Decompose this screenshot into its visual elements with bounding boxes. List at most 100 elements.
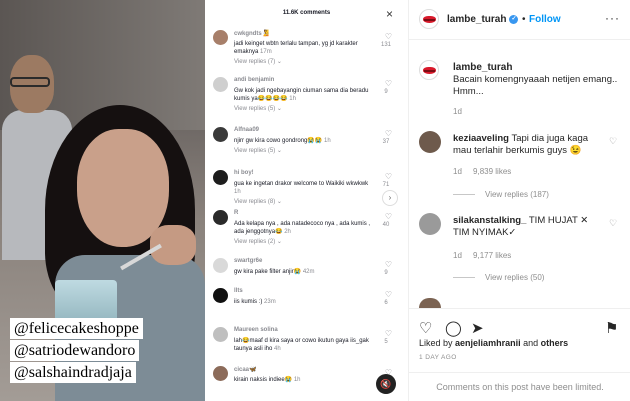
comment-avatar[interactable] [213, 366, 228, 381]
comment-username[interactable]: llts [234, 288, 243, 294]
liked-by: Liked by aenjeliamhranii and others [419, 338, 569, 348]
comment-meta: 1d 9,177 likes [453, 251, 512, 260]
view-replies-link[interactable]: View replies (187) [453, 190, 549, 199]
caption-avatar[interactable] [419, 60, 439, 80]
comment-text: iis kumis :) 23m [234, 299, 276, 305]
comment-body: keziaaveling Tapi dia juga kaga mau terl… [453, 133, 589, 156]
share-icon[interactable]: ➤ [471, 319, 484, 337]
comment-username[interactable]: cwkgndts🧏 [234, 30, 269, 37]
comment-text: gua ke ingetan drakor welcome to Waikiki… [234, 181, 369, 195]
heart-icon[interactable]: ♡ [385, 329, 392, 338]
like-count: 5 [384, 339, 388, 345]
comment-avatar[interactable] [213, 210, 228, 225]
like-icon[interactable]: ♡ [419, 319, 432, 337]
comment-avatar[interactable] [213, 288, 228, 303]
account-username[interactable]: lambe_turah ✓ [447, 14, 519, 25]
account-avatar[interactable] [419, 9, 439, 29]
view-replies-link[interactable]: View replies (7) ⌄ [234, 58, 282, 65]
comment-age: 17m [260, 49, 272, 55]
comment-username[interactable]: andi benjamin [234, 77, 274, 83]
comments-header: 11.6K comments × [205, 0, 408, 30]
comment-age: 42m [302, 269, 315, 275]
post-viewer: @felicecakeshoppe @satriodewandoro @sals… [0, 0, 630, 401]
comment-text: lah😂maaf d kira saya or cowo ikutun gaya… [234, 338, 369, 352]
mention-tag[interactable]: @salshaindradjaja [10, 362, 136, 383]
post-media[interactable]: @felicecakeshoppe @satriodewandoro @sals… [0, 0, 408, 401]
comment-body: silakanstalking_ TIM HUJAT ✕ TIM NYIMAK✓ [453, 215, 589, 238]
comment-username[interactable]: keziaaveling [453, 133, 509, 144]
view-replies-link[interactable]: View replies (50) [453, 273, 544, 282]
caption-time: 1d [453, 107, 462, 116]
heart-icon[interactable]: ♡ [385, 172, 392, 181]
comment-avatar[interactable] [213, 77, 228, 92]
like-count: 131 [380, 42, 391, 48]
commenter-avatar[interactable] [419, 131, 441, 153]
comment-username[interactable]: silakanstalking_ [453, 215, 526, 226]
heart-icon[interactable]: ♡ [385, 212, 392, 221]
like-count: 9 [384, 270, 388, 276]
comment-username[interactable]: hi boy! [234, 170, 254, 176]
comment-avatar[interactable] [213, 327, 228, 342]
save-icon[interactable]: ⚑ [605, 319, 618, 337]
comment-text: njirr gw kira cowo gondrong😭😭 1h [234, 138, 331, 144]
comment-icon[interactable]: ◯ [445, 319, 462, 337]
more-options-icon[interactable]: ··· [605, 11, 620, 25]
next-arrow-icon[interactable]: › [382, 190, 398, 206]
verified-icon: ✓ [509, 14, 519, 24]
commenter-avatar[interactable] [419, 213, 441, 235]
view-replies-link[interactable]: View replies (5) ⌄ [234, 147, 282, 154]
comment-text: Gw kok jadi ngebayangin ciuman sama dia … [234, 88, 369, 102]
like-comment-icon[interactable]: ♡ [609, 136, 617, 147]
comment-username[interactable]: Maureen solina [234, 327, 278, 333]
comment-age: 1h [289, 96, 296, 102]
caption-text: Bacain komengnyaaah netijen emang.. Hmm.… [453, 74, 618, 97]
view-replies-link[interactable]: View replies (5) ⌄ [234, 105, 282, 112]
separator-dot: • [522, 14, 526, 25]
commenter-avatar [419, 298, 441, 308]
follow-button[interactable]: Follow [529, 14, 561, 25]
heart-icon[interactable]: ♡ [385, 79, 392, 88]
like-count: 37 [382, 139, 390, 145]
comment-age: 1h [323, 138, 331, 144]
comment-username[interactable]: swartgr6e [234, 258, 262, 264]
comment-username[interactable]: cicaa🦋 [234, 366, 257, 373]
comment-username[interactable]: Alfnaa09 [234, 127, 259, 133]
comment-avatar[interactable] [213, 127, 228, 142]
close-icon[interactable]: × [386, 7, 393, 21]
liked-by-others[interactable]: others [541, 338, 569, 348]
post-header: lambe_turah ✓ • Follow ··· [409, 0, 630, 40]
comment-age: 4h [274, 346, 281, 352]
mention-tag[interactable]: @satriodewandoro [10, 340, 140, 361]
heart-icon[interactable]: ♡ [385, 32, 392, 41]
comment-age: 1h [234, 189, 241, 195]
heart-icon[interactable]: ♡ [385, 260, 392, 269]
like-count: 71 [382, 182, 390, 188]
comment-avatar[interactable] [213, 30, 228, 45]
heart-icon[interactable]: ♡ [385, 129, 392, 138]
like-comment-icon[interactable]: ♡ [609, 218, 617, 229]
video-frame: @felicecakeshoppe @satriodewandoro @sals… [0, 0, 205, 401]
tiktok-comments-panel: 11.6K comments × cwkgndts🧏 jadi keinget w… [205, 0, 408, 401]
instagram-sidebar: lambe_turah ✓ • Follow ··· lambe_turah Ba… [408, 0, 630, 401]
comment-username[interactable]: R [234, 210, 238, 216]
mention-tag[interactable]: @felicecakeshoppe [10, 318, 143, 339]
heart-icon[interactable]: ♡ [385, 290, 392, 299]
comment-age: 1h [293, 377, 301, 383]
view-replies-link[interactable]: View replies (2) ⌄ [234, 238, 282, 245]
comment-avatar[interactable] [213, 170, 228, 185]
comment-count: 11.6K comments [282, 10, 331, 16]
comment-age: 23m [264, 299, 276, 305]
comment-text: gw kira pake filter anjir😭 42m [234, 269, 315, 275]
post-timestamp: 1 DAY AGO [419, 354, 457, 361]
comment-age: 2h [284, 229, 291, 235]
comments-limited-notice: Comments on this post have been limited. [409, 372, 630, 401]
view-replies-link[interactable]: View replies (8) ⌄ [234, 198, 282, 205]
like-count: 40 [382, 222, 390, 228]
like-count: 6 [384, 300, 388, 306]
comment-text: jadi keinget wbtn terlalu tampan, yg jd … [234, 41, 358, 55]
caption-username[interactable]: lambe_turah [453, 62, 512, 73]
like-count: 9 [384, 89, 388, 95]
liked-by-user[interactable]: aenjeliamhranii [455, 338, 521, 348]
mute-icon[interactable]: 🔇 [376, 374, 396, 394]
comment-avatar[interactable] [213, 258, 228, 273]
